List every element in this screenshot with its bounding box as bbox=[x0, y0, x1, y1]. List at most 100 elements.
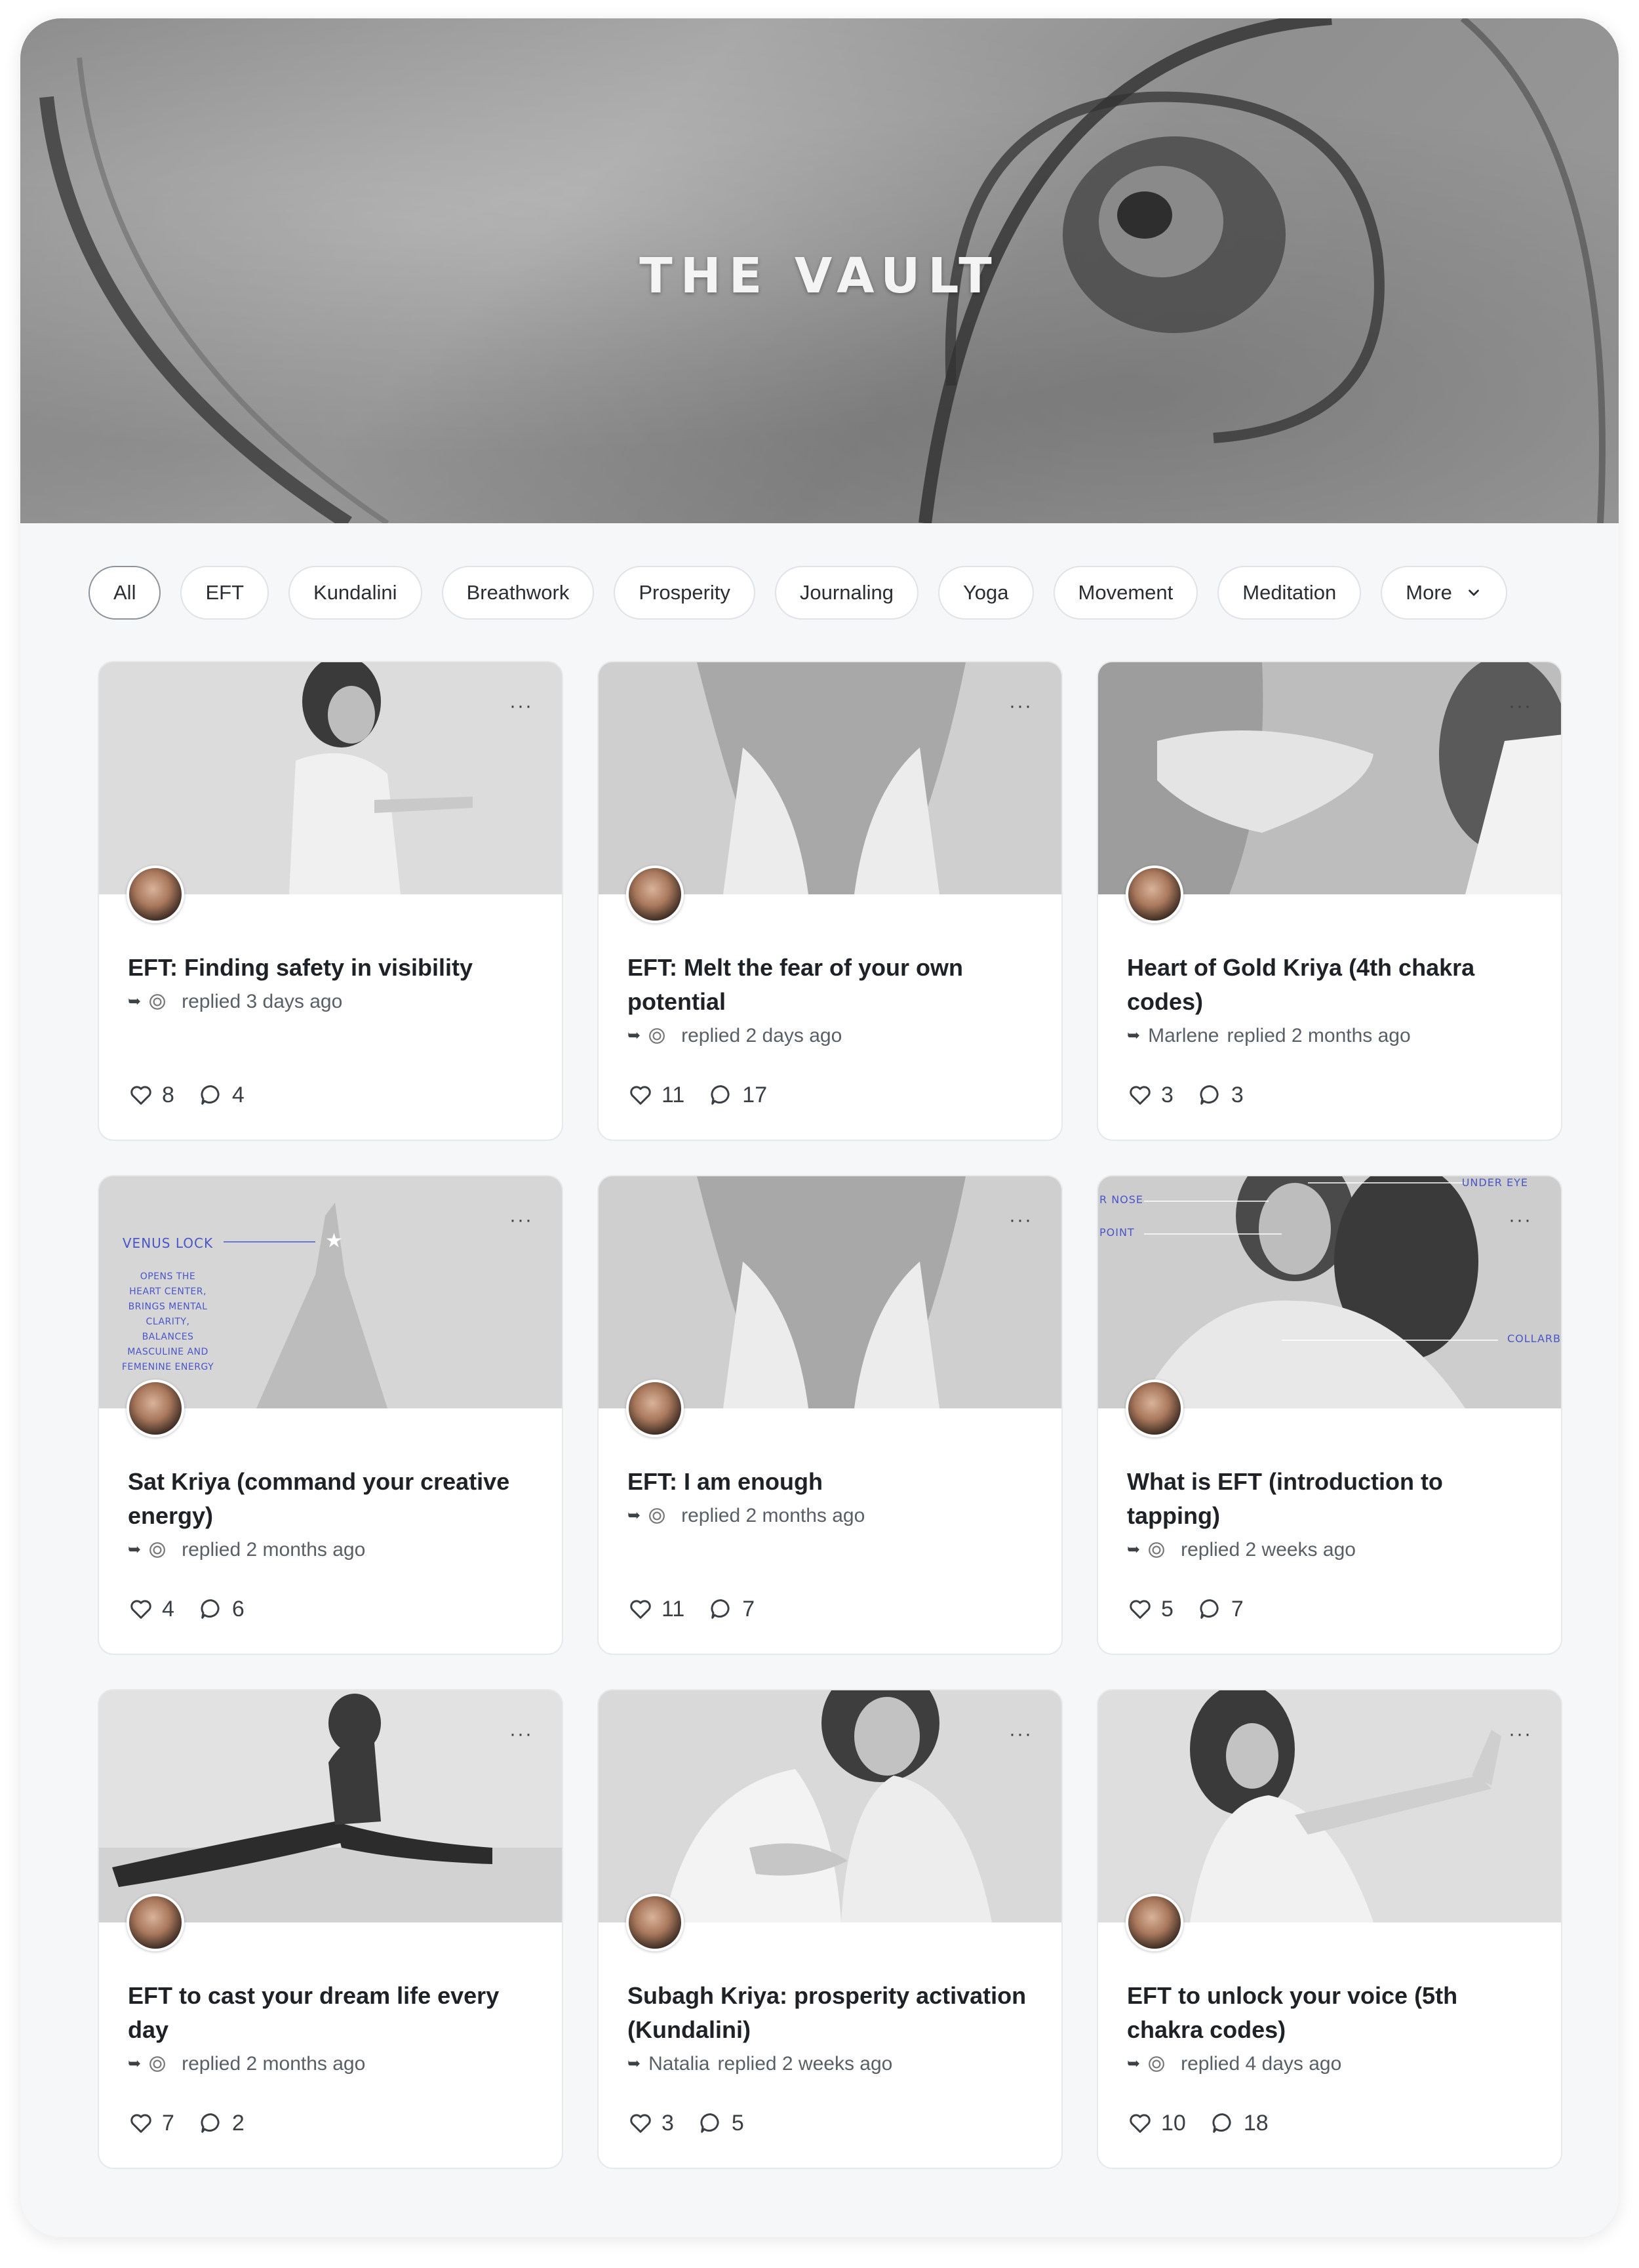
comment-button[interactable]: 3 bbox=[1197, 1082, 1244, 1108]
avatar bbox=[127, 1894, 184, 1951]
like-button[interactable]: 3 bbox=[627, 2110, 674, 2136]
heart-icon bbox=[1130, 2114, 1151, 2133]
like-count: 5 bbox=[1161, 1596, 1174, 1621]
like-button[interactable]: 11 bbox=[627, 1596, 684, 1622]
post-card[interactable]: ··· EFT to unlock your voice (5th chakra… bbox=[1097, 1689, 1562, 2169]
post-title[interactable]: EFT: I am enough ➥ replied 2 months ago bbox=[627, 1465, 1040, 1530]
filter-chip-journaling[interactable]: Journaling bbox=[774, 566, 918, 620]
filter-chip-all[interactable]: All bbox=[89, 566, 161, 620]
heart-icon bbox=[630, 1600, 651, 1619]
comment-button[interactable]: 18 bbox=[1210, 2110, 1269, 2136]
comment-button[interactable]: 4 bbox=[198, 1082, 245, 1108]
filter-chip-more[interactable]: More bbox=[1381, 566, 1507, 620]
like-button[interactable]: 4 bbox=[128, 1596, 174, 1622]
more-options-icon[interactable]: ··· bbox=[509, 696, 533, 716]
comment-button[interactable]: 5 bbox=[698, 2110, 744, 2136]
filter-label: All bbox=[113, 581, 136, 604]
reply-time: replied 2 months ago bbox=[1227, 1025, 1411, 1046]
avatar bbox=[127, 1380, 184, 1437]
post-card[interactable]: ··· EFT: Melt the fear of your own poten… bbox=[597, 661, 1063, 1141]
post-stats: 8 4 bbox=[128, 1082, 245, 1108]
post-title[interactable]: EFT: Finding safety in visibility ➥ repl… bbox=[128, 951, 541, 1016]
post-thumbnail bbox=[599, 662, 1061, 894]
comment-button[interactable]: 2 bbox=[198, 2110, 245, 2136]
more-options-icon[interactable]: ··· bbox=[1009, 1210, 1033, 1230]
post-title[interactable]: Subagh Kriya: prosperity activation (Kun… bbox=[627, 1979, 1040, 2079]
post-title[interactable]: Heart of Gold Kriya (4th chakra codes) ➥… bbox=[1127, 951, 1540, 1050]
reply-meta: ➥ replied 2 weeks ago bbox=[1127, 1536, 1540, 1564]
annotation-line: FEMENINE ENERGY bbox=[121, 1362, 214, 1372]
like-button[interactable]: 10 bbox=[1127, 2110, 1186, 2136]
comment-count: 17 bbox=[742, 1082, 768, 1107]
post-card[interactable]: ··· EFT: I am enough ➥ replied 2 months … bbox=[597, 1175, 1063, 1655]
comment-button[interactable]: 7 bbox=[1197, 1596, 1244, 1622]
post-card[interactable]: ··· Heart of Gold Kriya (4th chakra code… bbox=[1097, 661, 1562, 1141]
like-button[interactable]: 5 bbox=[1127, 1596, 1174, 1622]
vault-page: THE VAULT All EFT Kundalini Breathwork P… bbox=[20, 18, 1619, 2237]
more-options-icon[interactable]: ··· bbox=[1509, 1210, 1532, 1230]
comment-button[interactable]: 6 bbox=[198, 1596, 245, 1622]
post-stats: 7 2 bbox=[128, 2110, 245, 2136]
filter-chip-kundalini[interactable]: Kundalini bbox=[288, 566, 422, 620]
post-card[interactable]: ··· EFT: Finding safety in visibility ➥ … bbox=[98, 661, 563, 1141]
filter-chip-meditation[interactable]: Meditation bbox=[1217, 566, 1362, 620]
post-stats: 5 7 bbox=[1127, 1596, 1244, 1622]
comment-count: 5 bbox=[731, 2110, 744, 2136]
replier-name: Natalia bbox=[648, 2053, 710, 2075]
post-title[interactable]: EFT to cast your dream life every day ➥ … bbox=[128, 1979, 541, 2079]
more-options-icon[interactable]: ··· bbox=[1009, 696, 1033, 716]
like-count: 3 bbox=[1161, 1082, 1174, 1107]
post-stats: 3 5 bbox=[627, 2110, 744, 2136]
post-card[interactable]: ★ VENUS LOCK OPENS THE HEART CENTER, BRI… bbox=[98, 1175, 563, 1655]
reply-time: replied 2 months ago bbox=[182, 1539, 366, 1561]
comment-button[interactable]: 17 bbox=[708, 1082, 767, 1108]
more-options-icon[interactable]: ··· bbox=[509, 1210, 533, 1230]
filter-chip-movement[interactable]: Movement bbox=[1053, 566, 1198, 620]
reply-arrow-icon: ➥ bbox=[627, 2055, 641, 2073]
filter-chip-yoga[interactable]: Yoga bbox=[938, 566, 1034, 620]
annotation-line: BRINGS MENTAL bbox=[128, 1302, 208, 1312]
post-card[interactable]: UNDER EYE R NOSE POINT COLLARB ··· What … bbox=[1097, 1175, 1562, 1655]
like-button[interactable]: 11 bbox=[627, 1082, 684, 1108]
annotation-label: R NOSE bbox=[1099, 1193, 1144, 1206]
post-title[interactable]: EFT to unlock your voice (5th chakra cod… bbox=[1127, 1979, 1540, 2079]
svg-text:★: ★ bbox=[325, 1230, 343, 1252]
post-thumbnail bbox=[599, 1176, 1061, 1408]
heart-icon bbox=[630, 1086, 651, 1105]
post-title-text: EFT: Finding safety in visibility bbox=[128, 954, 473, 981]
like-button[interactable]: 7 bbox=[128, 2110, 174, 2136]
reply-meta: ➥ replied 3 days ago bbox=[128, 987, 541, 1016]
like-button[interactable]: 3 bbox=[1127, 1082, 1174, 1108]
filter-label: Meditation bbox=[1242, 581, 1337, 604]
more-options-icon[interactable]: ··· bbox=[509, 1724, 533, 1744]
post-title-text: Subagh Kriya: prosperity activation (Kun… bbox=[627, 1982, 1027, 2043]
post-title[interactable]: EFT: Melt the fear of your own potential… bbox=[627, 951, 1040, 1050]
more-options-icon[interactable]: ··· bbox=[1509, 696, 1532, 716]
spiral-avatar-icon bbox=[149, 994, 166, 1010]
annotation-label: UNDER EYE bbox=[1461, 1176, 1528, 1189]
post-thumbnail bbox=[99, 1690, 562, 1922]
more-options-icon[interactable]: ··· bbox=[1509, 1724, 1532, 1744]
post-card[interactable]: ··· EFT to cast your dream life every da… bbox=[98, 1689, 563, 2169]
post-card[interactable]: ··· Subagh Kriya: prosperity activation … bbox=[597, 1689, 1063, 2169]
post-title-text: What is EFT (introduction to tapping) bbox=[1127, 1468, 1443, 1529]
post-title[interactable]: What is EFT (introduction to tapping) ➥ … bbox=[1127, 1465, 1540, 1564]
more-options-icon[interactable]: ··· bbox=[1009, 1724, 1033, 1744]
heart-icon bbox=[1130, 1086, 1151, 1105]
post-stats: 4 6 bbox=[128, 1596, 245, 1622]
like-button[interactable]: 8 bbox=[128, 1082, 174, 1108]
post-stats: 3 3 bbox=[1127, 1082, 1244, 1108]
comment-count: 6 bbox=[231, 1596, 245, 1621]
reply-meta: ➥ replied 4 days ago bbox=[1127, 2050, 1540, 2079]
post-title[interactable]: Sat Kriya (command your creative energy)… bbox=[128, 1465, 541, 1564]
comment-icon bbox=[201, 1599, 220, 1619]
filter-chip-breathwork[interactable]: Breathwork bbox=[441, 566, 595, 620]
filter-chip-eft[interactable]: EFT bbox=[180, 566, 269, 620]
comment-button[interactable]: 7 bbox=[708, 1596, 755, 1622]
post-thumbnail bbox=[1098, 662, 1561, 894]
reply-meta: ➥ replied 2 days ago bbox=[627, 1022, 1040, 1050]
annotation-heading: VENUS LOCK bbox=[122, 1235, 214, 1251]
filter-chip-prosperity[interactable]: Prosperity bbox=[614, 566, 755, 620]
like-count: 11 bbox=[662, 1596, 685, 1621]
post-grid: ··· EFT: Finding safety in visibility ➥ … bbox=[98, 661, 1562, 2169]
